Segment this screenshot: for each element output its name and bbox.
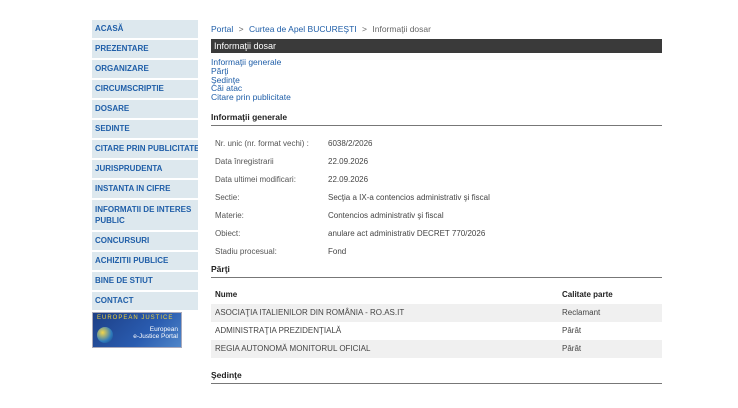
sidebar-item-bine-de-stiut[interactable]: BINE DE STIUT [92,272,198,290]
link-sedinte[interactable]: Şedinţe [211,75,662,85]
table-row: ADMINISTRAŢIA PREZIDENŢIALĂ Pârât [215,326,582,336]
sidebar-item-acasa[interactable]: ACASĂ [92,20,198,38]
sidebar-item-sedinte[interactable]: SEDINTE [92,120,198,138]
link-parti[interactable]: Părţi [211,66,662,76]
info-row: Obiect: anulare act administrativ DECRET … [211,225,662,243]
matter-value: Contencios administrativ şi fiscal [328,210,444,220]
link-citare-publicitate[interactable]: Citare prin publicitate [211,93,662,102]
breadcrumb-separator: > [238,24,244,34]
quick-links: Informaţii generale Părţi Şedinţe Căi at… [211,58,662,102]
sidebar-item-circumscriptie[interactable]: CIRCUMSCRIPTIE [92,80,198,98]
column-header-name: Nume [215,290,238,300]
column-header-role: Calitate parte [562,290,613,300]
sidebar-item-jurisprudenta[interactable]: JURISPRUDENTA [92,160,198,178]
sidebar-item-instanta-in-cifre[interactable]: INSTANTA IN CIFRE [92,180,198,198]
sidebar-item-dosare[interactable]: DOSARE [92,100,198,118]
info-row: Stadiu procesual: Fond [211,243,662,261]
breadcrumb-separator: > [362,24,367,34]
table-header-row: Nume Calitate parte [211,286,662,304]
breadcrumb-portal[interactable]: Portal [211,24,233,34]
ejustice-logo-text: EUROPEAN JUSTICE [97,315,174,321]
last-modified-date: 22.09.2026 [328,174,369,184]
link-informatii-generale[interactable]: Informaţii generale [211,58,662,67]
globe-icon [97,327,113,343]
breadcrumb-court[interactable]: Curtea de Apel BUCUREŞTI [249,24,357,34]
case-number: 6038/2/2026 [328,138,373,148]
sidebar-item-concursuri[interactable]: CONCURSURI [92,232,198,250]
table-row: REGIA AUTONOMĂ MONITORUL OFICIAL Pârât [211,339,662,358]
section-parti: Părţi [211,264,662,278]
parties-table: Nume Calitate parte ASOCIAŢIA ITALIENILO… [211,286,662,358]
table-row: ASOCIAŢIA ITALIENILOR DIN ROMÂNIA - RO.A… [211,303,662,322]
sidebar-item-achizitii-publice[interactable]: ACHIZITII PUBLICE [92,252,198,270]
info-row: Data înregistrarii 22.09.2026 [211,153,662,171]
section-sedinte: Şedinţe [211,370,662,384]
info-row: Materie: Contencios administrativ şi fisc… [211,207,662,225]
breadcrumb: Portal > Curtea de Apel BUCUREŞTI > Info… [211,22,662,36]
section-informatii-generale: Informaţii generale [211,112,662,126]
general-info-list: Nr. unic (nr. format vechi) :6038/2/2026… [211,135,662,261]
sidebar-item-prezentare[interactable]: PREZENTARE [92,40,198,58]
sidebar-nav: ACASĂ PREZENTARE ORGANIZARE CIRCUMSCRIPT… [92,20,198,348]
sidebar-item-organizare[interactable]: ORGANIZARE [92,60,198,78]
main-content: Portal > Curtea de Apel BUCUREŞTI > Info… [211,22,662,384]
page-title: Informaţii dosar [211,39,662,53]
sidebar-item-citare[interactable]: CITARE PRIN PUBLICITATE [92,140,198,158]
info-row: Data ultimei modificari: 22.09.2026 [211,171,662,189]
breadcrumb-current: Informaţii dosar [372,24,431,34]
sidebar-item-informatii-interes-public[interactable]: INFORMATII DE INTERES PUBLIC [92,200,198,230]
registration-date: 22.09.2026 [328,156,369,166]
section-value: Secţia a IX-a contencios administrativ ş… [328,192,490,202]
object-value: anulare act administrativ DECRET 770/202… [328,228,486,238]
ejustice-label: European e-Justice Portal [133,326,178,340]
info-row: Sectie: Secţia a IX-a contencios administ… [211,189,662,207]
procedural-stage: Fond [328,246,347,256]
info-row: Nr. unic (nr. format vechi) :6038/2/2026 [211,135,662,153]
ejustice-portal-banner[interactable]: EUROPEAN JUSTICE European e-Justice Port… [92,312,182,348]
sidebar-item-contact[interactable]: CONTACT [92,292,198,310]
